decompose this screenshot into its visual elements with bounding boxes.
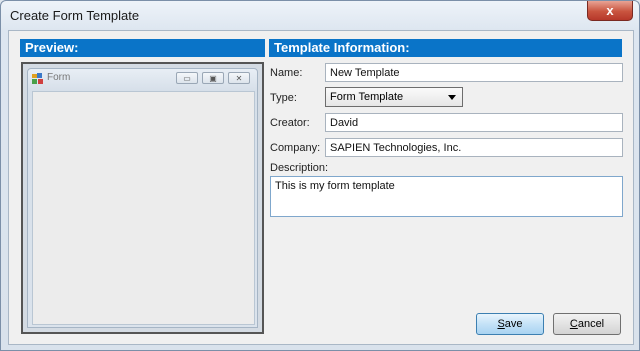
cancel-button[interactable]: Cancel [553,313,621,335]
name-label: Name: [270,67,303,79]
preview-panel: Form ▭ ▣ ✕ [21,62,264,334]
title-bar[interactable]: Create Form Template x [1,1,639,29]
preview-form-window: Form ▭ ▣ ✕ [27,68,258,328]
preview-form-title: Form [47,72,71,83]
preview-form-body [32,91,255,325]
creator-field[interactable] [325,113,623,132]
company-label: Company: [270,142,321,154]
preview-header: Preview: [20,39,265,57]
type-dropdown[interactable]: Form Template [325,87,463,107]
template-information-header: Template Information: [269,39,622,57]
save-accelerator: S [497,318,505,330]
close-icon: x [606,3,614,18]
save-label: ave [504,318,523,330]
company-field[interactable] [325,138,623,157]
form-icon [32,73,43,84]
minimize-icon: ▭ [176,72,198,84]
maximize-icon: ▣ [202,72,224,84]
dialog-client-area: Preview: Template Information: Form ▭ ▣ … [8,30,634,345]
description-field[interactable]: This is my form template [270,176,623,217]
name-field[interactable] [325,63,623,82]
cancel-accelerator: C [569,318,578,330]
type-selected-value: Form Template [330,91,404,103]
window-title: Create Form Template [10,8,140,23]
close-button[interactable]: x [587,1,633,21]
dialog-window: Create Form Template x Preview: Template… [0,0,640,351]
close-icon: ✕ [228,72,250,84]
save-button[interactable]: Save [476,313,544,335]
description-label: Description: [270,162,329,174]
creator-label: Creator: [270,117,310,129]
chevron-down-icon [448,95,456,100]
type-label: Type: [270,92,297,104]
cancel-label: ancel [577,318,605,330]
